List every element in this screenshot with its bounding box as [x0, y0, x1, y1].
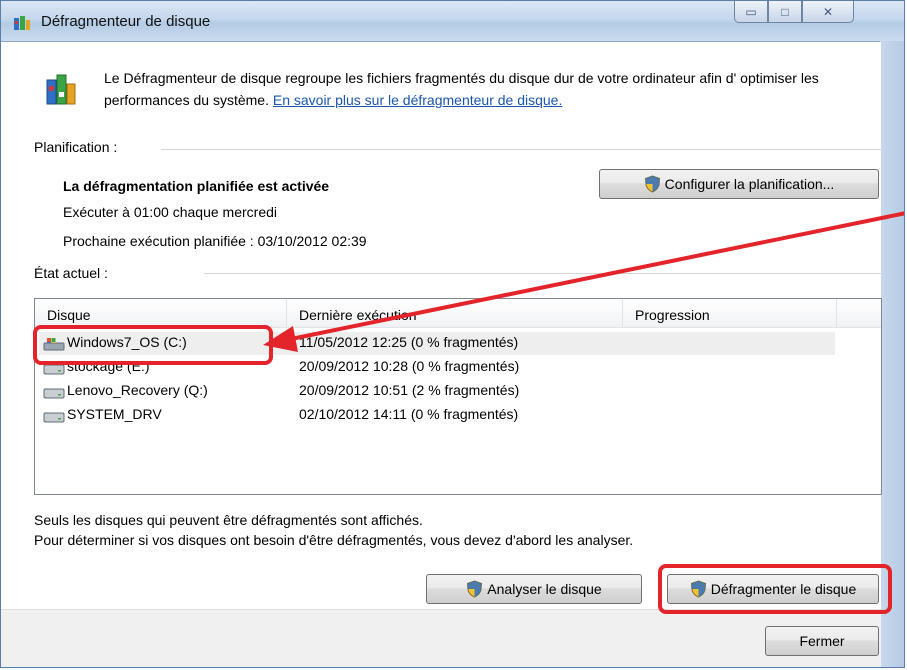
defragmenter-window: Défragmenteur de disque ▭ □ ✕ Le Défragm…	[0, 0, 905, 668]
title-bar[interactable]: Défragmenteur de disque ▭ □ ✕	[1, 1, 904, 42]
column-header-disk[interactable]: Disque	[35, 299, 287, 327]
close-window-button[interactable]: ✕	[802, 1, 854, 23]
schedule-section-label: Planification :	[34, 139, 118, 155]
disk-last-run: 20/09/2012 10:28 (0 % fragmentés)	[299, 358, 520, 374]
defragmenter-app-icon	[14, 16, 30, 30]
close-label: Fermer	[799, 633, 845, 649]
disk-row-lenovo-recovery[interactable]: Lenovo_Recovery (Q:) 20/09/2012 10:51 (2…	[39, 380, 835, 403]
window-controls: ▭ □ ✕	[734, 1, 854, 25]
schedule-separator	[161, 149, 881, 150]
notes-line-1: Seuls les disques qui peuvent être défra…	[34, 512, 423, 528]
annotation-box-defragment	[658, 564, 892, 614]
maximize-button[interactable]: □	[768, 1, 802, 23]
dialog-footer: Fermer	[1, 609, 881, 667]
schedule-run-time: Exécuter à 01:00 chaque mercredi	[63, 204, 278, 220]
schedule-next-run: Prochaine exécution planifiée : 03/10/20…	[63, 233, 367, 249]
uac-shield-icon	[467, 580, 483, 598]
current-state-label: État actuel :	[34, 265, 108, 281]
intro-text: Le Défragmenteur de disque regroupe les …	[104, 67, 864, 111]
disk-name: Lenovo_Recovery (Q:)	[67, 382, 208, 398]
maximize-icon: □	[781, 4, 789, 19]
uac-shield-icon	[644, 175, 660, 193]
schedule-status: La défragmentation planifiée est activée	[63, 178, 330, 194]
column-header-last-run[interactable]: Dernière exécution	[287, 299, 623, 327]
disk-row-system-drv[interactable]: SYSTEM_DRV 02/10/2012 14:11 (0 % fragmen…	[39, 404, 835, 427]
current-state-separator	[204, 273, 881, 274]
configure-schedule-button[interactable]: Configurer la planification...	[599, 169, 879, 199]
notes-line-2: Pour déterminer si vos disques ont besoi…	[34, 532, 634, 548]
defragmenter-large-icon	[46, 74, 76, 105]
minimize-icon: ▭	[745, 4, 757, 19]
disk-name: SYSTEM_DRV	[67, 406, 162, 422]
close-icon: ✕	[822, 4, 834, 19]
configure-schedule-label: Configurer la planification...	[664, 176, 835, 192]
disk-last-run: 11/05/2012 12:25 (0 % fragmentés)	[299, 334, 519, 350]
window-title: Défragmenteur de disque	[41, 13, 211, 30]
learn-more-link[interactable]: En savoir plus sur le défragmenteur de d…	[273, 92, 563, 108]
disk-list-header: Disque Dernière exécution Progression	[35, 299, 881, 328]
drive-icon	[43, 412, 65, 423]
disk-last-run: 20/09/2012 10:51 (2 % fragmentés)	[299, 382, 520, 398]
disk-last-run: 02/10/2012 14:11 (0 % fragmentés)	[299, 406, 519, 422]
analyze-disk-button[interactable]: Analyser le disque	[426, 574, 642, 604]
close-button[interactable]: Fermer	[765, 626, 879, 656]
column-header-progress[interactable]: Progression	[623, 299, 837, 327]
minimize-button[interactable]: ▭	[734, 1, 768, 23]
annotation-box-drive	[33, 325, 273, 365]
drive-icon	[43, 388, 65, 399]
analyze-disk-label: Analyser le disque	[487, 581, 602, 597]
